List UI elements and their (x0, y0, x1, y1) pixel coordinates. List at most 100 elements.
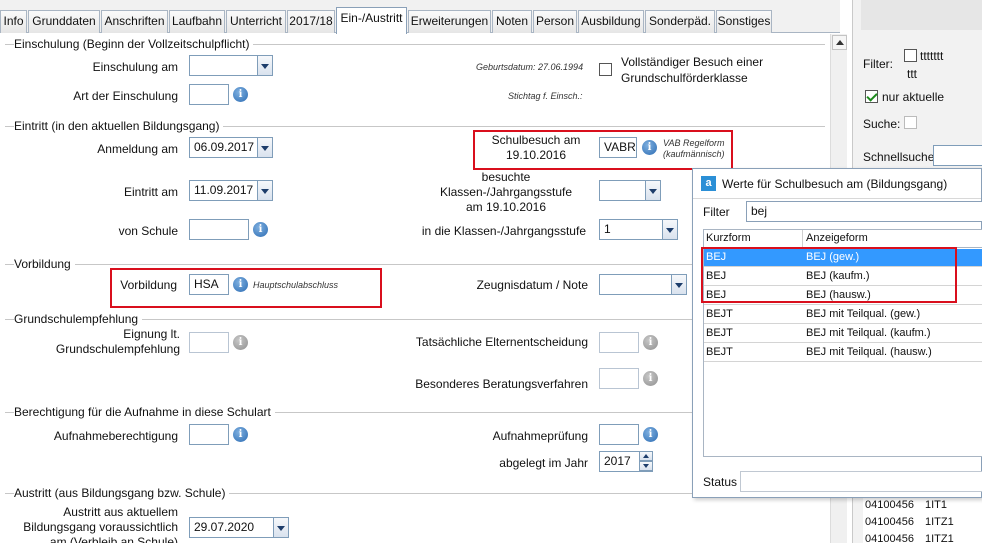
anmeldung-combo[interactable]: 06.09.2017 (189, 137, 273, 158)
chevron-down-icon[interactable] (671, 275, 686, 294)
tab-info[interactable]: Info (0, 10, 27, 33)
tab-ein-austritt[interactable]: Ein-/Austritt (336, 7, 407, 34)
von-schule-label: von Schule (118, 224, 178, 238)
zeugnisdatum-combo[interactable] (599, 274, 687, 295)
einschulung-am-combo[interactable] (189, 55, 273, 76)
von-schule-field[interactable] (189, 219, 249, 240)
besuchte-stufe-label: besuchte Klassen-/Jahrgangsstufe am 19.1… (439, 170, 573, 214)
section-eintritt-title: Eintritt (in den aktuellen Bildungsgang) (14, 119, 224, 133)
tab-unterricht[interactable]: Unterricht (226, 10, 286, 33)
abgelegt-label: abgelegt im Jahr (499, 456, 588, 470)
vollstaendiger-besuch-label: Vollständiger Besuch einer Grundschulför… (621, 55, 764, 85)
dialog-title: Werte für Schulbesuch am (Bildungsgang) (722, 177, 948, 191)
chevron-down-icon[interactable] (257, 56, 272, 75)
nur-aktuelle-checkbox[interactable] (865, 90, 878, 103)
schnellsuche-input[interactable] (933, 145, 982, 166)
col-kurzform-header[interactable]: Kurzform (706, 230, 751, 247)
austritt-label: Austritt aus aktuellem Bildungsgang vora… (23, 505, 178, 543)
schnellsuche-label: Schnellsuche (863, 150, 935, 164)
list-item-id[interactable]: 04100456 (865, 499, 914, 511)
eignung-field[interactable] (189, 332, 229, 353)
aufnahmepruefung-field[interactable] (599, 424, 639, 445)
scroll-up-icon[interactable] (832, 35, 847, 50)
status-field (740, 471, 982, 492)
austritt-combo[interactable]: 29.07.2020 (189, 517, 289, 538)
table-row[interactable]: BEJT BEJ mit Teilqual. (kaufm.) (704, 325, 982, 343)
tab-ausbildung[interactable]: Ausbildung (578, 10, 644, 33)
aufnahmeberechtigung-label: Aufnahmeberechtigung (53, 429, 178, 443)
abgelegt-jahr-spinner[interactable]: 2017 (599, 451, 653, 472)
panel-header (861, 0, 982, 30)
status-label: Status (703, 475, 738, 489)
chevron-down-icon[interactable] (273, 518, 288, 537)
section-berechtigung-title: Berechtigung für die Aufnahme in diese S… (14, 405, 275, 419)
chevron-down-icon[interactable] (257, 138, 272, 157)
filter-sub-text: ttt (907, 67, 918, 81)
section-einschulung-title: Einschulung (Beginn der Vollzeitschulpfl… (14, 37, 254, 51)
eignung-label: Eignung lt. Grundschulempfehlung (55, 327, 180, 356)
vollstaendiger-besuch-checkbox[interactable] (599, 63, 612, 76)
highlight-box (701, 247, 957, 303)
list-item-id[interactable]: 04100456 (865, 533, 914, 545)
tab-anschriften[interactable]: Anschriften (101, 10, 168, 33)
info-icon[interactable]: i (253, 222, 268, 237)
tab-schuljahr[interactable]: 2017/18 (287, 10, 335, 33)
nur-aktuelle-label: nur aktuelle (882, 90, 945, 104)
art-einschulung-field[interactable] (189, 84, 229, 105)
info-icon: i (643, 371, 658, 386)
filter-checkbox[interactable] (904, 49, 917, 62)
tab-laufbahn[interactable]: Laufbahn (169, 10, 225, 33)
dialog-titlebar: a Werte für Schulbesuch am (Bildungsgang… (693, 169, 981, 199)
stichtag-text: Stichtag f. Einsch.: (508, 91, 583, 101)
info-icon: i (643, 335, 658, 350)
beratungsverfahren-label: Besonderes Beratungsverfahren (415, 377, 588, 391)
list-item-klasse[interactable]: 1ITZ1 (925, 533, 954, 545)
col-anzeigeform-header[interactable]: Anzeigeform (806, 230, 868, 247)
filter-check-label: ttttttt (920, 49, 944, 63)
beratungsverfahren-field[interactable] (599, 368, 639, 389)
section-vorbildung-title: Vorbildung (14, 257, 75, 271)
table-row[interactable]: BEJT BEJ mit Teilqual. (hausw.) (704, 344, 982, 362)
tab-sonstiges[interactable]: Sonstiges (716, 10, 772, 33)
suche-checkbox[interactable] (904, 116, 917, 129)
list-item-klasse[interactable]: 1IT1 (925, 499, 947, 511)
tab-person[interactable]: Person (533, 10, 577, 33)
info-icon: i (233, 335, 248, 350)
eintritt-label: Eintritt am (123, 185, 178, 199)
suche-label: Suche: (863, 117, 901, 131)
list-item-klasse[interactable]: 1ITZ1 (925, 516, 954, 528)
tab-sonderpaed[interactable]: Sonderpäd. (645, 10, 715, 33)
section-austritt-title: Austritt (aus Bildungsgang bzw. Schule) (14, 486, 230, 500)
in-stufe-combo[interactable]: 1 (599, 219, 678, 240)
highlight-box (110, 268, 382, 308)
anmeldung-label: Anmeldung am (97, 142, 178, 156)
chevron-down-icon[interactable] (257, 181, 272, 200)
info-icon[interactable]: i (643, 427, 658, 442)
app-logo-icon: a (701, 176, 716, 191)
dialog-filter-input[interactable]: bej (746, 201, 982, 222)
besuchte-stufe-combo[interactable] (599, 180, 661, 201)
spinner-icon[interactable] (639, 452, 652, 471)
info-icon[interactable]: i (233, 427, 248, 442)
table-header: Kurzform Anzeigeform (704, 230, 982, 248)
aufnahmeberechtigung-field[interactable] (189, 424, 229, 445)
geburtsdatum-text: Geburtsdatum: 27.06.1994 (476, 62, 584, 72)
table-row[interactable]: BEJT BEJ mit Teilqual. (gew.) (704, 306, 982, 324)
chevron-down-icon[interactable] (662, 220, 677, 239)
info-icon[interactable]: i (233, 87, 248, 102)
tab-bar: Info Grunddaten Anschriften Laufbahn Unt… (0, 0, 840, 34)
filter-label: Filter: (863, 57, 893, 71)
tab-noten[interactable]: Noten (492, 10, 532, 33)
chevron-down-icon[interactable] (645, 181, 660, 200)
aufnahmepruefung-label: Aufnahmeprüfung (492, 429, 588, 443)
in-stufe-label: in die Klassen-/Jahrgangsstufe (421, 224, 586, 238)
tab-erweiterungen[interactable]: Erweiterungen (408, 10, 491, 33)
tab-grunddaten[interactable]: Grunddaten (28, 10, 100, 33)
zeugnisdatum-label: Zeugnisdatum / Note (476, 278, 588, 292)
elternentscheidung-field[interactable] (599, 332, 639, 353)
eintritt-combo[interactable]: 11.09.2017 (189, 180, 273, 201)
einschulung-am-label: Einschulung am (92, 60, 178, 74)
highlight-box (473, 130, 733, 170)
list-item-id[interactable]: 04100456 (865, 516, 914, 528)
art-einschulung-label: Art der Einschulung (73, 89, 178, 103)
